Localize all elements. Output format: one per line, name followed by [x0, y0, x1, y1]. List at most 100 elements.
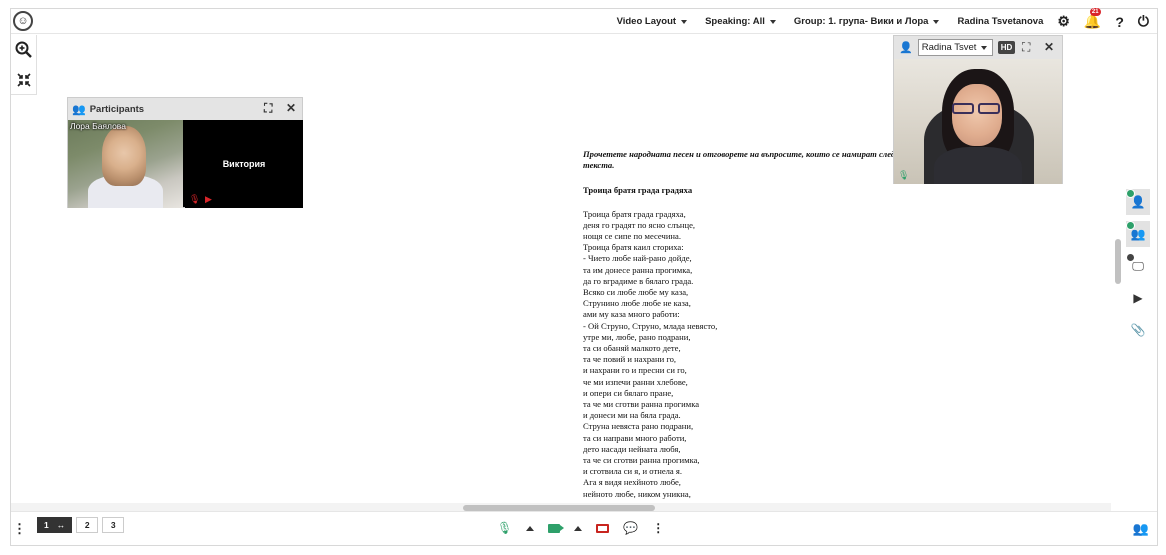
page-tab-2[interactable]: 2 — [76, 517, 99, 533]
video-layout-label: Video Layout — [616, 16, 677, 27]
document-line: та че си сготви ранна прогимка, — [583, 455, 700, 466]
bottom-bar: ⋮ 1 ↔ 2 3 🎙 💬 ⋮ 👥 — [11, 511, 1157, 545]
participant-name: Лора Баялова — [70, 121, 126, 131]
document-line: - Чието любе най-рано дойде, — [583, 253, 692, 264]
speaker-select-value: Radina Tsvet — [921, 42, 977, 53]
bell-icon[interactable]: 🔔 21 — [1084, 8, 1101, 30]
more-vertical-icon[interactable]: ⋮ — [652, 521, 664, 535]
document-line: Струна невяста рано подрани, — [583, 421, 694, 432]
rail-attachment-button[interactable]: 📎 — [1126, 317, 1150, 343]
media-controls: 🎙 💬 ⋮ — [497, 521, 678, 535]
document-line: и донеси ми на бяла града. — [583, 410, 681, 421]
speaking-dropdown[interactable]: Speaking: All — [705, 16, 776, 27]
app-logo-icon[interactable]: ☺ — [13, 11, 33, 31]
paperclip-icon: 📎 — [1130, 323, 1146, 337]
document-title: Троица братя града градяха — [583, 185, 693, 196]
gear-icon[interactable]: ⚙ — [1057, 13, 1070, 30]
participant-tile-audio[interactable]: Виктория 🎙 ▶ — [185, 120, 303, 208]
user-icon: 👤 — [899, 42, 913, 54]
vertical-scrollbar[interactable] — [1115, 239, 1121, 284]
monitor-icon: 🖵 — [1132, 258, 1144, 273]
participant-tile-video[interactable]: Лора Баялова — [68, 120, 183, 208]
rail-user-button[interactable]: 👤 — [1126, 189, 1150, 215]
document-lines: Троица братя града градяха, деня го градя… — [583, 209, 903, 511]
more-vertical-icon[interactable]: ⋮ — [13, 521, 26, 537]
document-line: Ага я видя нехйното любе, — [583, 477, 681, 488]
group-dropdown[interactable]: Group: 1. група- Вики и Лора — [794, 16, 940, 27]
camera-options-icon[interactable] — [574, 525, 583, 531]
screen-share-icon[interactable] — [596, 523, 610, 533]
top-bar: ☺ Video Layout Speaking: All Group: 1. г… — [11, 8, 1157, 34]
whiteboard-tools — [11, 35, 37, 95]
video-frame — [952, 84, 1002, 146]
status-dot — [1126, 189, 1135, 198]
mic-on-icon: 🎙 — [898, 170, 910, 180]
app-window: ☺ Video Layout Speaking: All Group: 1. г… — [10, 8, 1158, 546]
chat-icon[interactable]: 💬 — [623, 521, 638, 535]
page-number: 1 — [44, 520, 49, 530]
participants-panel[interactable]: 👥 Participants ⛶ ✕ Лора Баялова Виктория… — [67, 97, 303, 208]
fit-screen-icon[interactable] — [11, 65, 37, 95]
page-tab-3[interactable]: 3 — [102, 517, 125, 533]
document-line: та си направи много работи, — [583, 432, 687, 443]
document-line: нейното любе, ником уникна, — [583, 488, 691, 499]
document-line: та им донесе ранна прогимка, — [583, 264, 693, 275]
microphone-icon[interactable]: 🎙 — [497, 521, 512, 535]
chevron-down-icon — [933, 19, 940, 24]
swap-icon: ↔ — [56, 520, 66, 530]
video-frame — [102, 126, 146, 186]
right-rail: 👤 👥 🖵 ▶ 📎 — [1126, 189, 1152, 349]
close-icon[interactable]: ✕ — [1044, 40, 1054, 54]
speaker-select[interactable]: Radina Tsvet — [917, 39, 993, 56]
zoom-in-icon[interactable] — [11, 35, 37, 65]
chevron-down-icon — [681, 19, 688, 24]
video-layout-dropdown[interactable]: Video Layout — [616, 16, 688, 27]
document-line: деня го градят по ясно слънце, — [583, 219, 696, 230]
page-tab-1[interactable]: 1 ↔ — [37, 517, 73, 533]
users-icon[interactable]: 👥 — [1133, 521, 1149, 537]
page-number: 3 — [110, 520, 116, 530]
speaker-video-panel[interactable]: 👤 Radina Tsvet HD ⛶ ✕ 🎙 — [893, 35, 1063, 184]
user-name[interactable]: Radina Tsvetanova — [957, 16, 1043, 27]
participant-name: Виктория — [222, 159, 266, 169]
expand-icon[interactable]: ⛶ — [1022, 40, 1030, 55]
document-line: да го вградиме в бялаго града. — [583, 275, 694, 286]
close-icon[interactable]: ✕ — [286, 101, 296, 115]
users-icon: 👥 — [72, 103, 86, 116]
hd-button[interactable]: HD — [997, 41, 1016, 54]
rail-play-button[interactable]: ▶ — [1126, 285, 1150, 311]
document-line: нощя се сипе по месечина. — [583, 231, 681, 242]
document-line: и сготвила си я, и отнела я. — [583, 466, 682, 477]
document-line: утре ми, любе, рано подрани, — [583, 331, 691, 342]
document-content: Прочетете народната песен и отговорете н… — [583, 149, 903, 511]
camera-icon[interactable] — [548, 523, 565, 533]
document-intro: Прочетете народната песен и отговорете н… — [583, 149, 896, 171]
document-line: ами му каза много работи: — [583, 309, 680, 320]
group-label: Group: 1. група- Вики и Лора — [793, 16, 929, 27]
mic-muted-icon: 🎙 — [189, 194, 201, 204]
document-line: та че ми сготви ранна прогимка — [583, 399, 700, 410]
mic-options-icon[interactable] — [526, 525, 535, 531]
play-icon: ▶ — [1133, 291, 1143, 305]
help-icon[interactable]: ? — [1115, 14, 1124, 30]
document-line: и опери си бялаго пране, — [583, 387, 674, 398]
chevron-down-icon — [769, 19, 776, 24]
video-frame — [950, 103, 1004, 115]
page-tabs: 1 ↔ 2 3 — [37, 517, 125, 533]
document-line: та си обаняй малкото дете, — [583, 343, 681, 354]
document-line: Всяко си любе любе му каза, — [583, 287, 689, 298]
document-line: и нахрани го и пресни си го, — [583, 365, 687, 376]
participants-title: Participants — [89, 103, 145, 115]
video-frame — [934, 147, 1022, 184]
document-line: Троица братя града градяха, — [583, 208, 686, 219]
power-icon[interactable]: ⏻ — [1138, 13, 1149, 30]
document-line: дето насади нейната любя, — [583, 443, 681, 454]
speaking-label: Speaking: All — [705, 16, 765, 27]
notification-badge: 21 — [1089, 8, 1101, 16]
expand-icon[interactable]: ⛶ — [264, 101, 272, 116]
rail-users-button[interactable]: 👥 — [1126, 221, 1150, 247]
camera-off-icon: ▶ — [205, 194, 212, 204]
top-menu: Video Layout Speaking: All Group: 1. гру… — [599, 8, 1149, 34]
rail-screen-button[interactable]: 🖵 — [1126, 253, 1150, 279]
status-dot — [1126, 253, 1135, 262]
